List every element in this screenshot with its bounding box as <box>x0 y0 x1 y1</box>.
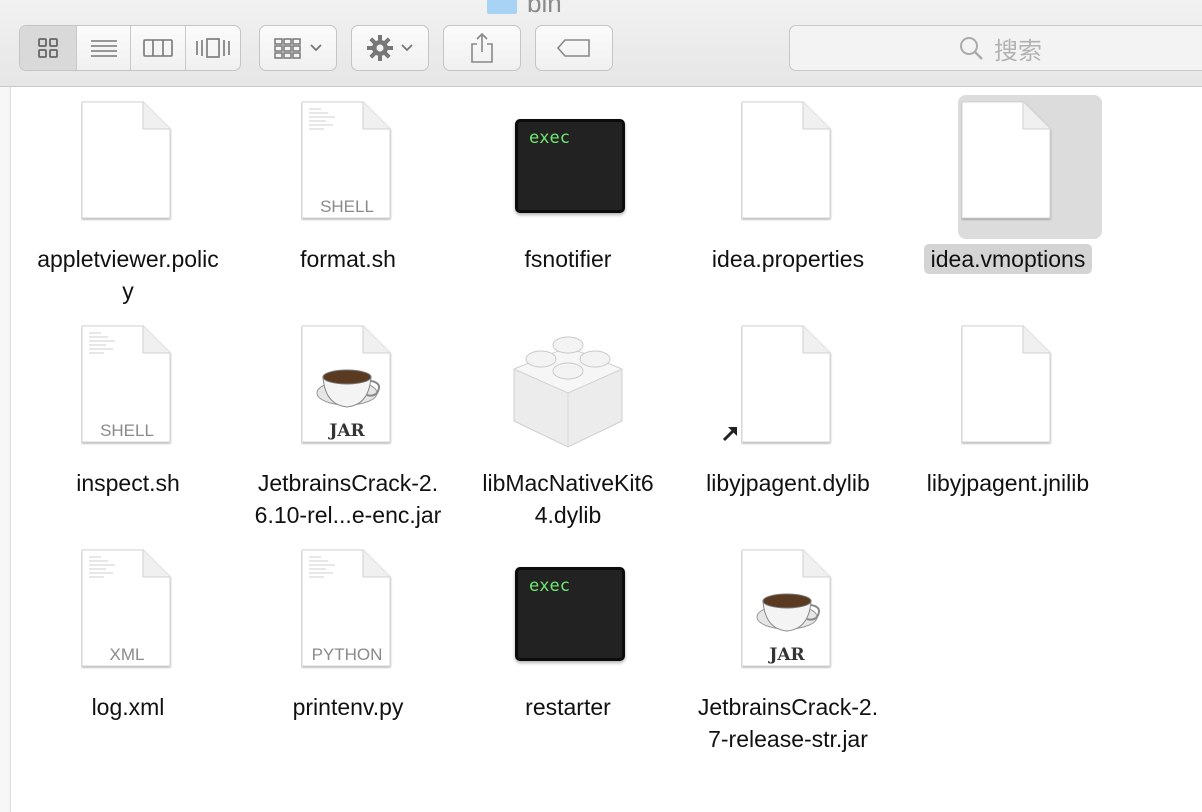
search-field[interactable]: 搜索 <box>789 25 1202 71</box>
file-name-line: printenv.py <box>292 694 404 720</box>
exec-badge: exec <box>529 128 570 148</box>
tag-icon <box>556 39 590 57</box>
terminal-exec-icon: exec <box>515 567 625 661</box>
file-name-line: libMacNativeKit6 <box>482 470 654 496</box>
file-name-line: JetbrainsCrack-2. <box>697 694 879 720</box>
file-name-line: JetbrainsCrack-2. <box>257 470 439 496</box>
column-view-icon <box>143 39 173 57</box>
column-view-button[interactable] <box>131 26 186 70</box>
list-view-button[interactable] <box>77 26 132 70</box>
blank-document-icon <box>741 101 833 226</box>
alias-arrow-icon <box>721 423 741 448</box>
file-name-line: format.sh <box>300 246 396 272</box>
terminal-exec-icon: exec <box>515 119 625 213</box>
file-item[interactable]: libyjpagent.jnilib <box>900 319 1156 539</box>
file-type-badge: PYTHON <box>311 645 383 664</box>
file-name-label: libyjpagent.dylib <box>660 467 916 499</box>
blank-document-icon <box>961 101 1053 226</box>
text-document-icon: XML <box>81 549 173 674</box>
file-name-line: y <box>122 278 134 304</box>
java-jar-icon: JAR <box>301 325 393 450</box>
file-name-line: appletviewer.polic <box>37 246 219 272</box>
coverflow-view-icon <box>196 38 230 58</box>
text-document-icon: SHELL <box>301 101 393 226</box>
gear-icon <box>367 35 393 61</box>
chevron-down-icon <box>310 44 322 52</box>
file-item[interactable]: PYTHON printenv.py <box>240 543 496 763</box>
file-type-badge: XML <box>109 645 145 664</box>
alias-document-icon <box>722 325 833 450</box>
file-name-line: libyjpagent.jnilib <box>926 470 1090 496</box>
file-type-badge: SHELL <box>320 197 374 216</box>
file-name-label: format.sh <box>220 243 476 275</box>
file-name-label: libyjpagent.jnilib <box>880 467 1136 499</box>
search-placeholder: 搜索 <box>994 37 1042 65</box>
file-name-line: fsnotifier <box>524 246 612 272</box>
file-item[interactable]: idea.vmoptions <box>900 95 1156 315</box>
file-name-label: idea.properties <box>660 243 916 275</box>
view-mode-control[interactable] <box>19 25 241 71</box>
file-name-label: log.xml <box>0 691 256 723</box>
file-name-label: inspect.sh <box>0 467 256 499</box>
file-item[interactable]: appletviewer.polic y <box>20 95 276 315</box>
file-name-line: 4.dylib <box>534 502 602 528</box>
file-item[interactable]: exec fsnotifier <box>460 95 716 315</box>
file-name-line: libyjpagent.dylib <box>706 470 870 496</box>
file-item[interactable]: XML log.xml <box>20 543 276 763</box>
library-block-icon <box>510 329 626 454</box>
share-icon <box>471 32 493 63</box>
blank-document-icon <box>81 101 173 226</box>
file-name-label: idea.vmoptions <box>880 243 1136 275</box>
file-name-label: restarter <box>440 691 696 723</box>
exec-badge: exec <box>529 576 570 596</box>
coverflow-view-button[interactable] <box>186 26 240 70</box>
folder-icon <box>487 0 517 14</box>
file-name-line: 7-release-str.jar <box>708 726 868 752</box>
java-jar-icon: JAR <box>741 549 833 674</box>
file-name-line: log.xml <box>91 694 165 720</box>
list-view-icon <box>90 40 117 57</box>
window-title: bin <box>487 0 562 19</box>
file-type-badge: SHELL <box>100 421 154 440</box>
file-name-label: appletviewer.polic y <box>0 243 256 307</box>
blank-document-icon <box>961 325 1053 450</box>
file-item[interactable]: libyjpagent.dylib <box>680 319 936 539</box>
icon-view-button[interactable] <box>20 26 78 70</box>
tags-button[interactable] <box>535 25 613 71</box>
file-name-line: 6.10-rel...e-enc.jar <box>254 502 442 528</box>
share-button[interactable] <box>443 25 521 71</box>
file-type-badge: JAR <box>329 421 365 441</box>
file-name-line: inspect.sh <box>76 470 180 496</box>
file-name-label: JetbrainsCrack-2. 7-release-str.jar <box>660 691 916 755</box>
arrange-button[interactable] <box>259 25 337 71</box>
file-name-label: fsnotifier <box>440 243 696 275</box>
chevron-down-icon <box>401 44 413 52</box>
search-icon <box>960 37 983 60</box>
file-name-line: idea.properties <box>711 246 865 272</box>
toolbar: bin 搜索 <box>0 0 1202 87</box>
file-type-badge: JAR <box>769 645 805 665</box>
file-name-line: idea.vmoptions <box>923 244 1093 274</box>
file-name-label: JetbrainsCrack-2. 6.10-rel...e-enc.jar <box>220 467 476 531</box>
icon-view-icon <box>38 38 59 58</box>
file-name-label: libMacNativeKit6 4.dylib <box>440 467 696 531</box>
file-item[interactable]: SHELL format.sh <box>240 95 496 315</box>
file-name-line: restarter <box>525 694 611 720</box>
action-button[interactable] <box>351 25 429 71</box>
text-document-icon: SHELL <box>81 325 173 450</box>
window-title-label: bin <box>527 0 562 18</box>
file-item[interactable]: libMacNativeKit6 4.dylib <box>460 319 716 539</box>
file-item[interactable]: idea.properties <box>680 95 936 315</box>
text-document-icon: PYTHON <box>301 549 393 674</box>
file-name-label: printenv.py <box>220 691 476 723</box>
file-item[interactable]: JAR JetbrainsCrack-2. 7-release-str.jar <box>680 543 936 763</box>
arrange-icon <box>274 38 301 59</box>
